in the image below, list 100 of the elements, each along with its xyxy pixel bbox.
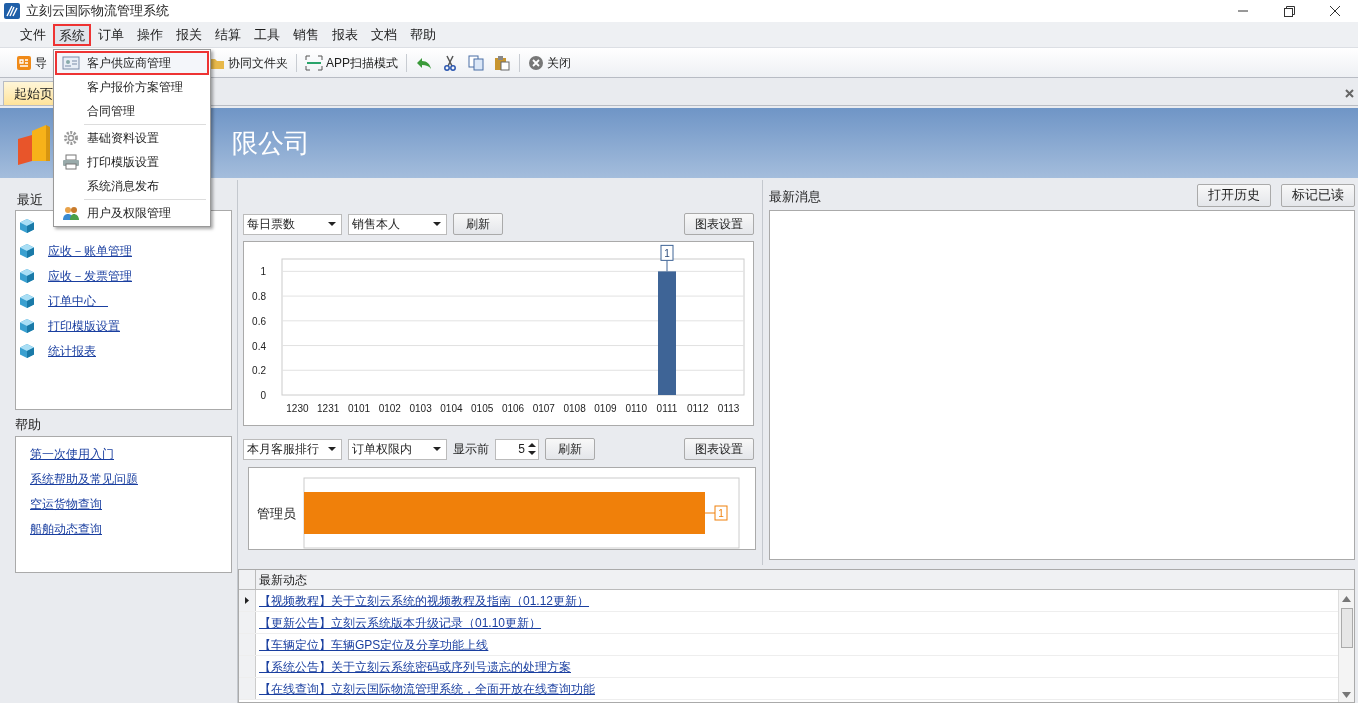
grid-icon: [16, 54, 32, 71]
axis-label: 0101: [347, 403, 371, 414]
axis-label: 0.8: [252, 291, 266, 303]
annotation: 1: [664, 247, 671, 259]
axis-label: 0108: [563, 403, 586, 414]
menu-item[interactable]: 客户供应商管理: [55, 51, 209, 75]
printer-icon: [62, 154, 80, 170]
axis-label: 0106: [501, 403, 525, 414]
help-link[interactable]: 系统帮助及常见问题: [30, 469, 138, 488]
data-label: 1: [718, 508, 725, 519]
close-circle-icon: [528, 54, 544, 71]
axis-label: 0103: [409, 403, 432, 414]
cube-icon: [19, 342, 35, 359]
scroll-down-icon[interactable]: [1342, 692, 1351, 698]
menu-item[interactable]: 基础资料设置: [55, 126, 209, 150]
paste-icon: [494, 54, 510, 71]
news-link[interactable]: 【在线查询】立刻云国际物流管理系统，全面开放在线查询功能: [259, 679, 595, 698]
news-link[interactable]: 【车辆定位】车辆GPS定位及分享功能上线: [259, 635, 489, 654]
menu-item[interactable]: 系统: [53, 23, 91, 46]
id-card-icon: [62, 55, 80, 71]
menu-item[interactable]: 工具: [248, 23, 286, 46]
axis-label: 0113: [717, 403, 740, 414]
menu-item[interactable]: 文档: [365, 23, 403, 46]
row-header[interactable]: [239, 590, 256, 612]
axis-label: 1230: [286, 403, 309, 414]
toolbar-button[interactable]: APP扫描模式: [303, 50, 400, 75]
axis-label: 1231: [317, 403, 340, 414]
axis-label: 0105: [471, 403, 494, 414]
column-header: 最新动态: [258, 572, 308, 590]
dropdown-field[interactable]: 订单权限内: [348, 438, 447, 460]
button[interactable]: 刷新: [545, 438, 595, 460]
caret-icon: [433, 222, 441, 226]
data-label: 1: [660, 244, 674, 272]
scroll-thumb[interactable]: [1340, 608, 1353, 649]
number-field[interactable]: 5: [495, 438, 539, 460]
news-link[interactable]: 【系统公告】关于立刻云系统密码或序列号遗忘的处理方案: [259, 657, 571, 676]
toolbar-button[interactable]: 协同文件夹: [207, 50, 290, 75]
section-title: 帮助: [15, 416, 42, 434]
close-tab-icon[interactable]: [1345, 89, 1354, 98]
menu-item[interactable]: 打印模版设置: [55, 150, 209, 174]
axis-label: 1: [260, 266, 266, 278]
dropdown-field[interactable]: 每日票数: [243, 213, 342, 235]
scroll-up-icon[interactable]: [1342, 596, 1351, 603]
button[interactable]: 打开历史: [1197, 183, 1271, 207]
cube-icon: [19, 292, 35, 309]
scan-frame-icon: [305, 54, 323, 71]
button[interactable]: 标记已读: [1281, 183, 1355, 207]
caret-icon: [328, 222, 336, 226]
button[interactable]: 刷新: [453, 213, 503, 235]
recent-link[interactable]: 应收－账单管理: [48, 241, 132, 260]
menu-item[interactable]: 文件: [14, 23, 52, 46]
menu-item[interactable]: 用户及权限管理: [55, 201, 209, 225]
caret-icon: [433, 447, 441, 451]
axis-label: 0107: [532, 403, 555, 414]
toolbar-button[interactable]: 关闭: [526, 50, 573, 75]
section-title: 最新消息: [769, 188, 821, 207]
dropdown-field[interactable]: 本月客服排行: [243, 438, 342, 460]
recent-link[interactable]: 打印模版设置: [48, 316, 120, 335]
recent-link[interactable]: 统计报表: [48, 341, 96, 360]
scrollbar[interactable]: [1338, 590, 1354, 702]
button[interactable]: 图表设置: [684, 213, 754, 235]
menu-item[interactable]: 系统消息发布: [55, 174, 209, 198]
help-link[interactable]: 空运货物查询: [30, 494, 102, 513]
axis-label: 管理员: [257, 506, 296, 521]
axis-label: 0.6: [252, 315, 266, 327]
button[interactable]: 图表设置: [684, 438, 754, 460]
window-title: 立刻云国际物流管理系统: [26, 2, 169, 21]
company-name: 限公司: [232, 126, 310, 160]
menu-item[interactable]: 操作: [131, 23, 169, 46]
axis-label: 0109: [594, 403, 617, 414]
news-link[interactable]: 【视频教程】关于立刻云系统的视频教程及指南（01.12更新）: [259, 591, 590, 610]
menu-item[interactable]: 帮助: [404, 23, 442, 46]
axis-label: 0104: [440, 403, 463, 414]
cube-icon: [19, 267, 35, 284]
dropdown-field[interactable]: 销售本人: [348, 213, 447, 235]
menu-item[interactable]: 报关: [170, 23, 208, 46]
help-link[interactable]: 船舶动态查询: [30, 519, 102, 538]
axis-label: 0110: [625, 403, 647, 414]
menu-item[interactable]: 结算: [209, 23, 247, 46]
data-label: 1: [704, 505, 728, 521]
recent-link[interactable]: 应收－发票管理: [48, 266, 132, 285]
cube-icon: [19, 217, 35, 234]
recent-link[interactable]: 订单中心: [48, 291, 108, 310]
menu-item[interactable]: 报表: [326, 23, 364, 46]
section-title: 最近: [16, 191, 44, 209]
news-link[interactable]: 【更新公告】立刻云系统版本升级记录（01.10更新）: [259, 613, 542, 632]
cube-icon: [19, 317, 35, 334]
menu-item[interactable]: 销售: [287, 23, 325, 46]
axis-label: 0: [260, 390, 266, 401]
field-label: 显示前: [453, 441, 489, 458]
axis-label: 0.2: [252, 365, 266, 377]
menu-item[interactable]: 订单: [92, 23, 130, 46]
spinner-icon: [528, 442, 536, 456]
gear-icon: [63, 130, 79, 146]
help-link[interactable]: 第一次使用入门: [30, 444, 114, 463]
axis-label: 0102: [378, 403, 401, 414]
cut-icon: [442, 54, 458, 71]
toolbar-button[interactable]: 导: [14, 50, 49, 75]
users-icon: [62, 205, 80, 221]
axis-label: 0.4: [252, 340, 266, 352]
